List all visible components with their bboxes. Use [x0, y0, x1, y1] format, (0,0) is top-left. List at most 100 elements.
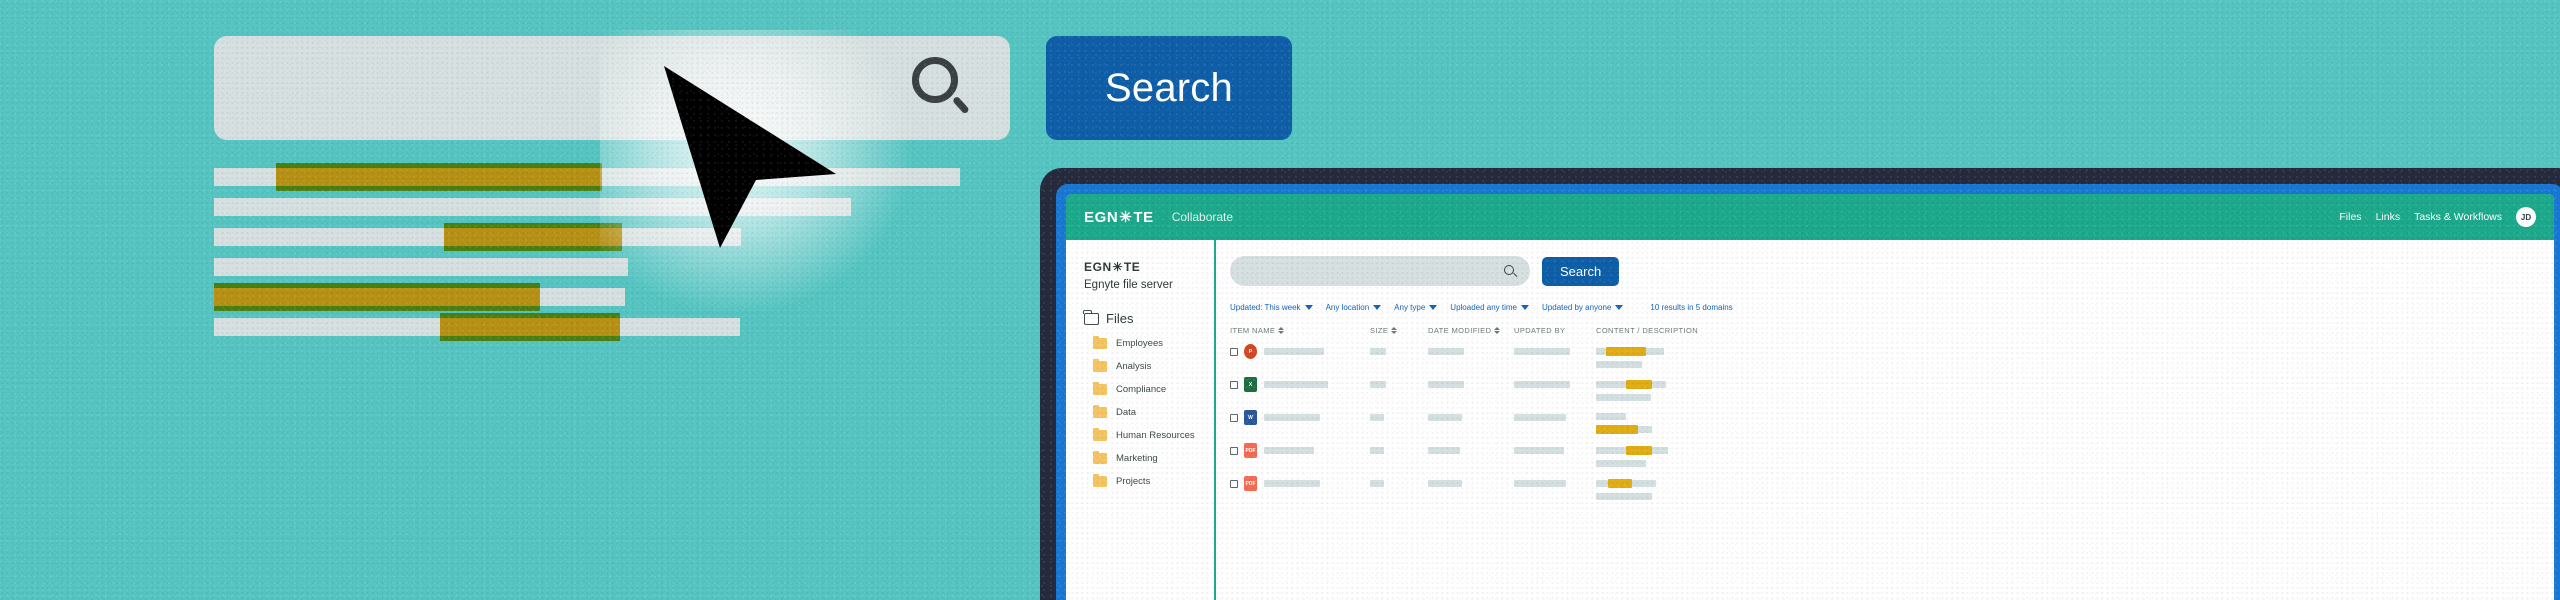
placeholder-bar [1370, 480, 1384, 487]
sidebar-folder-label: Compliance [1116, 384, 1167, 395]
search-icon-handle [951, 95, 970, 115]
file-type-pdf-icon: PDF [1244, 476, 1257, 491]
filter-label: Uploaded any time [1450, 303, 1518, 312]
filter-label: Updated: This week [1230, 303, 1301, 312]
placeholder-bar [1264, 381, 1328, 388]
column-size[interactable]: SIZE [1370, 326, 1428, 335]
content-snippet [1596, 460, 2554, 467]
chevron-down-icon [1373, 305, 1382, 310]
sort-icon [1494, 327, 1501, 334]
result-highlight [444, 223, 622, 251]
search-input[interactable] [1230, 256, 1530, 286]
cell-item-name [1264, 410, 1370, 421]
cell-size [1370, 410, 1428, 421]
nav-links[interactable]: Links [2376, 211, 2401, 223]
sidebar-folder-data[interactable]: Data [1084, 404, 1214, 418]
content-snippet [1596, 493, 2554, 500]
nav-tasks-workflows[interactable]: Tasks & Workflows [2414, 211, 2502, 223]
content-snippet [1596, 361, 2554, 368]
row-checkbox[interactable] [1230, 414, 1238, 422]
app-body: EGN ✳ TE Egnyte file server Files Employee… [1066, 240, 2554, 600]
cell-item-name [1264, 344, 1370, 355]
sidebar-folder-human-resources[interactable]: Human Resources [1084, 427, 1214, 441]
device-screen-frame: EGN ✳ TE Collaborate Files Links Tasks & W… [1056, 184, 2560, 600]
filter-bar: Updated: This week Any location Any type Up… [1230, 303, 2554, 312]
sidebar-folder-projects[interactable]: Projects [1084, 473, 1214, 487]
chevron-down-icon [1429, 305, 1438, 310]
snippet-text [1596, 394, 1651, 401]
content-snippet [1596, 479, 2554, 488]
filter-any-type[interactable]: Any type [1394, 303, 1438, 312]
snippet-text [1596, 480, 1608, 487]
filter-updated-this-week[interactable]: Updated: This week [1230, 303, 1313, 312]
nav-files[interactable]: Files [2339, 211, 2361, 223]
sidebar-logo-star-icon: ✳ [1112, 260, 1124, 274]
search-results-illustration [214, 163, 974, 343]
cell-size [1370, 443, 1428, 454]
chevron-down-icon [1304, 305, 1313, 310]
column-updated-by: UPDATED BY [1514, 326, 1566, 335]
search-button[interactable]: Search [1046, 36, 1292, 140]
table-row[interactable]: W [1230, 410, 2554, 434]
row-checkbox[interactable] [1230, 447, 1238, 455]
sidebar-logo-left: EGN [1084, 260, 1112, 274]
nav-collaborate[interactable]: Collaborate [1172, 210, 1233, 224]
row-checkbox[interactable] [1230, 348, 1238, 356]
filter-updated-by-anyone[interactable]: Updated by anyone [1542, 303, 1624, 312]
sidebar-item-files[interactable]: Files [1083, 309, 1214, 326]
placeholder-bar [1264, 348, 1324, 355]
table-row[interactable]: PDF [1230, 476, 2554, 500]
folder-icon [1093, 473, 1107, 487]
filter-any-location[interactable]: Any location [1326, 303, 1382, 312]
search-icon [910, 57, 972, 119]
column-item-name[interactable]: ITEM NAME [1230, 326, 1370, 335]
egnyte-logo[interactable]: EGN ✳ TE [1084, 208, 1154, 227]
placeholder-bar [1428, 348, 1464, 355]
cell-updated-by [1514, 443, 1596, 454]
sidebar-folder-employees[interactable]: Employees [1084, 335, 1214, 349]
cell-size [1370, 476, 1428, 487]
avatar[interactable]: JD [2516, 207, 2536, 227]
content-snippet [1596, 413, 2554, 420]
column-date-modified[interactable]: DATE MODIFIED [1428, 326, 1514, 335]
search-row: Search [1230, 256, 2554, 286]
snippet-text [1596, 413, 1626, 420]
search-icon-ring [912, 57, 958, 103]
search-button[interactable]: Search [1542, 256, 1620, 286]
sidebar-folder-analysis[interactable]: Analysis [1084, 358, 1214, 372]
sidebar-folder-marketing[interactable]: Marketing [1084, 450, 1214, 464]
table-row[interactable]: PDF [1230, 443, 2554, 467]
table-row[interactable]: P [1230, 344, 2554, 368]
chevron-down-icon [1615, 305, 1624, 310]
cell-item-name [1264, 443, 1370, 454]
sidebar-logo-right: TE [1123, 260, 1141, 274]
placeholder-bar [1514, 348, 1570, 355]
placeholder-bar [1514, 381, 1570, 388]
cell-date-modified [1428, 476, 1514, 487]
sidebar-folder-label: Analysis [1116, 361, 1152, 372]
row-checkbox[interactable] [1230, 480, 1238, 488]
snippet-text [1638, 426, 1652, 433]
folder-icon [1093, 358, 1107, 372]
cell-size [1370, 344, 1428, 355]
chevron-down-icon [1521, 305, 1530, 310]
cell-content-description [1596, 410, 2554, 434]
row-checkbox[interactable] [1230, 381, 1238, 389]
sort-icon [1391, 327, 1398, 334]
cell-content-description [1596, 344, 2554, 368]
hero-search-bar[interactable] [214, 36, 1010, 140]
sidebar-egnyte-logo: EGN ✳ TE [1084, 260, 1140, 274]
snippet-text [1596, 381, 1626, 388]
sidebar: EGN ✳ TE Egnyte file server Files Employee… [1066, 240, 1214, 600]
sidebar-folder-compliance[interactable]: Compliance [1084, 381, 1214, 395]
table-row[interactable]: X [1230, 377, 2554, 401]
placeholder-bar [1370, 348, 1386, 355]
cell-date-modified [1428, 410, 1514, 421]
device-screen: EGN ✳ TE Collaborate Files Links Tasks & W… [1066, 194, 2554, 600]
snippet-text [1646, 348, 1664, 355]
folder-icon [1093, 427, 1107, 441]
sidebar-folder-list: Employees Analysis Compliance Data Human Res… [1084, 335, 1214, 487]
sidebar-subtitle: Egnyte file server [1084, 279, 1173, 291]
logo-star-icon: ✳ [1119, 209, 1133, 226]
filter-uploaded-any-time[interactable]: Uploaded any time [1450, 303, 1530, 312]
